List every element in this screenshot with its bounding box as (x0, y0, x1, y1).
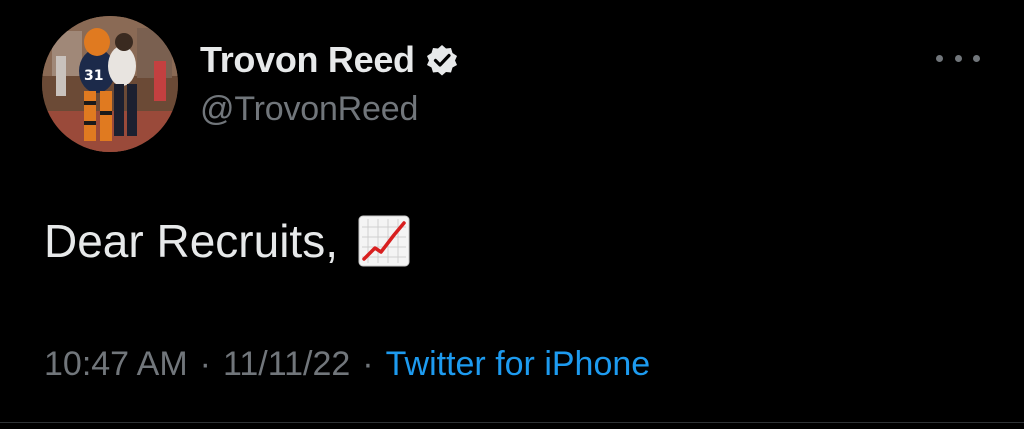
tweet: 31 Trovon Reed @TrovonReed Dear Recruits… (0, 0, 1024, 429)
tweet-source-link[interactable]: Twitter for iPhone (386, 345, 651, 384)
profile-photo-icon: 31 (42, 16, 178, 152)
svg-text:31: 31 (84, 68, 103, 84)
more-options-icon[interactable] (936, 46, 980, 70)
chart-increasing-emoji-icon (358, 215, 410, 267)
tweet-text: Dear Recruits, (44, 214, 410, 268)
avatar[interactable]: 31 (42, 16, 178, 152)
separator: · (362, 345, 374, 383)
separator: · (199, 345, 211, 383)
tweet-text-content: Dear Recruits, (44, 215, 338, 267)
dot-icon (954, 54, 962, 62)
verified-badge-icon[interactable] (425, 43, 459, 77)
author-handle[interactable]: @TrovonReed (200, 90, 459, 129)
author-display-name[interactable]: Trovon Reed (200, 39, 415, 81)
author-name-row: Trovon Reed (200, 38, 459, 82)
tweet-date[interactable]: 11/11/22 (223, 345, 350, 384)
tweet-time[interactable]: 10:47 AM (44, 345, 188, 384)
tweet-metadata: 10:47 AM · 11/11/22 · Twitter for iPhone (44, 345, 650, 384)
dot-icon (936, 54, 943, 62)
tweet-author[interactable]: Trovon Reed @TrovonReed (200, 38, 459, 129)
dot-icon (973, 54, 980, 62)
divider (0, 422, 1024, 423)
